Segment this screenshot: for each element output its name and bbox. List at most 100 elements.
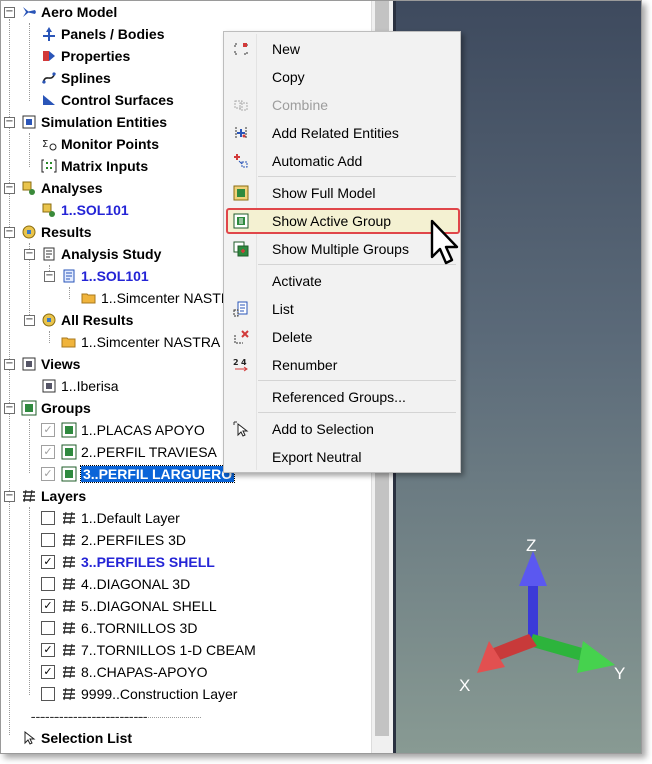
tree-node-layer-6[interactable]: 6..TORNILLOS 3D: [41, 617, 197, 639]
tree-node-label: Views: [41, 356, 81, 372]
tree-node-control-surfaces[interactable]: Control Surfaces: [41, 89, 174, 111]
folder-icon: [61, 337, 76, 348]
tree-node-matrix-inputs[interactable]: Matrix Inputs: [41, 155, 148, 177]
y-axis-arrowhead: [577, 641, 615, 673]
menu-item-show-full-model[interactable]: Show Full Model: [224, 180, 460, 206]
tree-node-layers[interactable]: Layers: [21, 485, 86, 507]
context-menu: New Copy Combine Add Related Entities Au…: [223, 31, 461, 473]
tree-node-study-sol101[interactable]: 1..SOL101: [61, 265, 149, 287]
menu-item-copy[interactable]: Copy: [224, 64, 460, 90]
tree-node-groups[interactable]: Groups: [21, 397, 91, 419]
menu-item-add-related-entities[interactable]: Add Related Entities: [224, 120, 460, 146]
layer-icon: [63, 665, 75, 679]
collapse-toggle[interactable]: −: [4, 403, 15, 414]
visibility-checkbox[interactable]: [41, 687, 55, 701]
collapse-toggle[interactable]: −: [4, 183, 15, 194]
menu-item-activate[interactable]: Activate: [224, 268, 460, 294]
tree-node-label: 4..DIAGONAL 3D: [81, 576, 191, 592]
tree-node-study-result[interactable]: 1..Simcenter NASTR: [81, 287, 231, 309]
tree-node-layer-8[interactable]: ✓ 8..CHAPAS-APOYO: [41, 661, 208, 683]
collapse-toggle[interactable]: −: [4, 7, 15, 18]
tree-node-group-3[interactable]: ✓ 3..PERFIL LARGUERO: [41, 463, 236, 485]
tree-node-properties[interactable]: Properties: [41, 45, 130, 67]
menu-item-label: List: [272, 301, 294, 317]
menu-item-automatic-add[interactable]: Automatic Add: [224, 148, 460, 174]
menu-item-show-multiple-groups[interactable]: Show Multiple Groups: [224, 236, 460, 262]
tree-node-layer-5[interactable]: ✓ 5..DIAGONAL SHELL: [41, 595, 217, 617]
results-icon: [42, 313, 56, 327]
visibility-checkbox[interactable]: ✓: [41, 445, 55, 459]
tree-node-label: 8..CHAPAS-APOYO: [81, 664, 208, 680]
tree-node-layer-4[interactable]: 4..DIAGONAL 3D: [41, 573, 190, 595]
tree-node-layer-7[interactable]: ✓ 7..TORNILLOS 1-D CBEAM: [41, 639, 256, 661]
tree-node-splines[interactable]: Splines: [41, 67, 111, 89]
properties-icon: [43, 51, 55, 61]
tree-node-layer-9[interactable]: 9999..Construction Layer: [41, 683, 237, 705]
collapse-toggle[interactable]: −: [44, 271, 55, 282]
menu-item-new[interactable]: New: [224, 36, 460, 62]
collapse-toggle[interactable]: −: [4, 491, 15, 502]
menu-item-show-active-group[interactable]: Show Active Group: [224, 208, 460, 234]
tree-node-results[interactable]: Results: [21, 221, 92, 243]
tree-guide: [29, 419, 30, 473]
tree-node-analyses[interactable]: Analyses: [21, 177, 102, 199]
collapse-toggle[interactable]: −: [4, 359, 15, 370]
tree-node-selection-list[interactable]: Selection List: [21, 727, 132, 749]
tree-node-label: Panels / Bodies: [61, 26, 165, 42]
menu-separator: [258, 176, 456, 177]
show-full-model-icon: [233, 185, 249, 201]
menu-item-label: Show Multiple Groups: [272, 241, 409, 257]
tree-node-layer-1[interactable]: 1..Default Layer: [41, 507, 180, 529]
visibility-checkbox[interactable]: [41, 621, 55, 635]
menu-item-label: Show Full Model: [272, 185, 376, 201]
group-icon: [61, 444, 77, 460]
menu-item-list[interactable]: List: [224, 296, 460, 322]
collapse-toggle[interactable]: −: [4, 117, 15, 128]
spline-icon: [42, 72, 56, 84]
automatic-add-icon: [234, 154, 248, 168]
collapse-toggle[interactable]: −: [4, 227, 15, 238]
new-icon: [234, 43, 248, 55]
tree-node-layer-2[interactable]: 2..PERFILES 3D: [41, 529, 186, 551]
tree-node-views[interactable]: Views: [21, 353, 80, 375]
visibility-checkbox[interactable]: [41, 577, 55, 591]
visibility-checkbox[interactable]: ✓: [41, 467, 55, 481]
collapse-toggle[interactable]: −: [24, 315, 35, 326]
tree-node-simulation-entities[interactable]: Simulation Entities: [21, 111, 167, 133]
visibility-checkbox[interactable]: ✓: [41, 643, 55, 657]
tree-node-label: 7..TORNILLOS 1-D CBEAM: [81, 642, 256, 658]
menu-separator: [258, 380, 456, 381]
visibility-checkbox[interactable]: ✓: [41, 555, 55, 569]
tree-node-aero-model[interactable]: Aero Model: [21, 1, 117, 23]
menu-item-export-neutral[interactable]: Export Neutral: [224, 444, 460, 470]
tree-node-label: Analyses: [41, 180, 103, 196]
tree-node-label: 5..DIAGONAL SHELL: [81, 598, 217, 614]
results-icon: [22, 225, 36, 239]
visibility-checkbox[interactable]: [41, 511, 55, 525]
tree-node-panels-bodies[interactable]: Panels / Bodies: [41, 23, 164, 45]
tree-node-layer-3[interactable]: ✓ 3..PERFILES SHELL: [41, 551, 215, 573]
menu-item-referenced-groups[interactable]: Referenced Groups...: [224, 384, 460, 410]
tree-node-all-results[interactable]: All Results: [41, 309, 133, 331]
tree-node-analysis-study[interactable]: Analysis Study: [41, 243, 161, 265]
visibility-checkbox[interactable]: [41, 533, 55, 547]
tree-node-analysis-sol101[interactable]: 1..SOL101: [41, 199, 129, 221]
visibility-checkbox[interactable]: ✓: [41, 599, 55, 613]
visibility-checkbox[interactable]: ✓: [41, 423, 55, 437]
menu-item-label: Copy: [272, 69, 305, 85]
menu-item-delete[interactable]: Delete: [224, 324, 460, 350]
collapse-toggle[interactable]: −: [24, 249, 35, 260]
visibility-checkbox[interactable]: ✓: [41, 665, 55, 679]
tree-node-all-result-item[interactable]: 1..Simcenter NASTRA: [61, 331, 220, 353]
z-axis-label: Z: [526, 536, 536, 555]
tree-node-label: Results: [41, 224, 92, 240]
tree-node-label: 1..SOL101: [81, 268, 149, 284]
tree-node-group-2[interactable]: ✓ 2..PERFIL TRAVIESA: [41, 441, 217, 463]
menu-item-combine: Combine: [224, 92, 460, 118]
layer-icon: [63, 533, 75, 547]
menu-item-add-to-selection[interactable]: Add to Selection: [224, 416, 460, 442]
tree-node-view-item[interactable]: 1..Iberisa: [41, 375, 119, 397]
tree-node-group-1[interactable]: ✓ 1..PLACAS APOYO: [41, 419, 205, 441]
tree-node-monitor-points[interactable]: Σ Monitor Points: [41, 133, 159, 155]
menu-item-renumber[interactable]: 24 Renumber: [224, 352, 460, 378]
